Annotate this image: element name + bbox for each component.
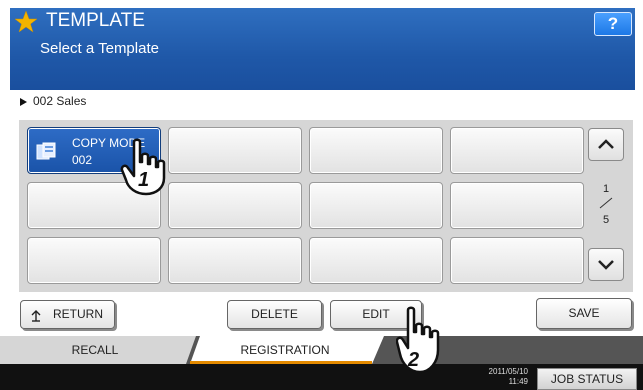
play-arrow-icon <box>20 97 27 106</box>
tab-recall[interactable]: RECALL <box>0 336 190 364</box>
page-title: TEMPLATE <box>46 10 145 31</box>
template-button-9[interactable] <box>27 237 161 284</box>
page-down-button[interactable] <box>588 248 624 281</box>
chevron-up-icon <box>598 139 614 149</box>
template-button-3[interactable] <box>309 127 443 174</box>
template-button-11[interactable] <box>309 237 443 284</box>
page-current: 1 <box>602 183 610 195</box>
page-up-button[interactable] <box>588 128 624 161</box>
job-status-button[interactable]: JOB STATUS <box>537 368 637 390</box>
template-button-8[interactable] <box>450 182 584 229</box>
breadcrumb: 002 Sales <box>20 94 86 108</box>
return-button[interactable]: RETURN <box>20 300 115 329</box>
page-subtitle: Select a Template <box>40 40 159 57</box>
save-button[interactable]: SAVE <box>536 298 632 329</box>
hand-pointer-icon: 1 <box>120 138 166 196</box>
template-button-10[interactable] <box>168 237 302 284</box>
template-number: 002 <box>72 153 93 167</box>
template-button-7[interactable] <box>309 182 443 229</box>
star-icon <box>14 10 38 33</box>
return-label: RETURN <box>53 307 103 321</box>
breadcrumb-label: 002 Sales <box>33 94 87 108</box>
page-indicator: 1 5 <box>590 183 622 243</box>
mode-tab-bar: RECALL REGISTRATION <box>0 336 643 364</box>
screen: TEMPLATE Select a Template ? 002 Sales C… <box>0 0 643 390</box>
time-text: 11:49 <box>508 377 528 386</box>
date-text: 2011/05/10 <box>488 367 528 376</box>
copy-mode-icon <box>36 142 56 160</box>
header-bar: TEMPLATE Select a Template ? <box>10 8 635 90</box>
tab-registration[interactable]: REGISTRATION <box>192 336 378 364</box>
page-separator <box>599 197 613 209</box>
template-button-12[interactable] <box>450 237 584 284</box>
hand-pointer-icon: 2 <box>396 306 440 374</box>
delete-button[interactable]: DELETE <box>227 300 322 329</box>
template-button-2[interactable] <box>168 127 302 174</box>
callout-2: 2 <box>407 349 419 371</box>
help-button[interactable]: ? <box>594 12 632 36</box>
chevron-down-icon <box>598 260 614 270</box>
callout-1: 1 <box>138 169 149 191</box>
job-status-label: JOB STATUS <box>550 372 624 386</box>
template-button-6[interactable] <box>168 182 302 229</box>
datetime: 2011/05/10 11:49 <box>466 367 528 387</box>
template-button-4[interactable] <box>450 127 584 174</box>
page-total: 5 <box>602 214 610 226</box>
template-grid: COPY MODE 002 <box>19 120 633 292</box>
return-arrow-icon <box>31 310 41 322</box>
